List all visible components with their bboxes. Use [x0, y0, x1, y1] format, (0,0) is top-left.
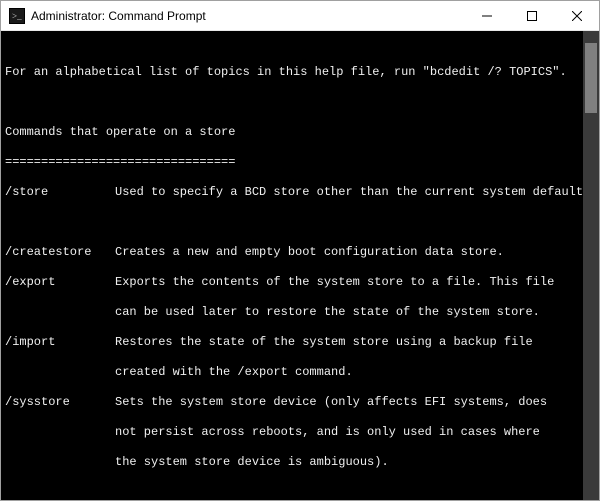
cmd-sysstore: /sysstore	[5, 395, 115, 410]
intro-line: For an alphabetical list of topics in th…	[5, 65, 583, 80]
store-sep: ================================	[5, 155, 583, 170]
cmd-export-desc2: can be used later to restore the state o…	[5, 305, 583, 320]
cmd-icon: >_	[9, 8, 25, 24]
cmd-store-desc: Used to specify a BCD store other than t…	[115, 185, 583, 200]
window-title: Administrator: Command Prompt	[31, 9, 464, 23]
cmd-window: >_ Administrator: Command Prompt For an …	[0, 0, 600, 501]
maximize-button[interactable]	[509, 1, 554, 30]
cmd-sysstore-desc3: the system store device is ambiguous).	[5, 455, 583, 470]
vertical-scrollbar[interactable]	[583, 31, 599, 500]
terminal-output[interactable]: For an alphabetical list of topics in th…	[1, 31, 583, 500]
close-button[interactable]	[554, 1, 599, 30]
cmd-sysstore-desc2: not persist across reboots, and is only …	[5, 425, 583, 440]
cmd-import-desc: Restores the state of the system store u…	[115, 335, 583, 350]
terminal-area: For an alphabetical list of topics in th…	[1, 31, 599, 500]
titlebar[interactable]: >_ Administrator: Command Prompt	[1, 1, 599, 31]
window-controls	[464, 1, 599, 30]
cmd-createstore-desc: Creates a new and empty boot configurati…	[115, 245, 583, 260]
svg-text:>_: >_	[12, 11, 22, 21]
help-text: For an alphabetical list of topics in th…	[5, 50, 583, 500]
minimize-button[interactable]	[464, 1, 509, 30]
cmd-createstore: /createstore	[5, 245, 115, 260]
cmd-sysstore-desc: Sets the system store device (only affec…	[115, 395, 583, 410]
store-header: Commands that operate on a store	[5, 125, 583, 140]
scrollbar-thumb[interactable]	[585, 43, 597, 113]
cmd-export: /export	[5, 275, 115, 290]
cmd-import-desc2: created with the /export command.	[5, 365, 583, 380]
cmd-import: /import	[5, 335, 115, 350]
cmd-export-desc: Exports the contents of the system store…	[115, 275, 583, 290]
cmd-store: /store	[5, 185, 115, 200]
